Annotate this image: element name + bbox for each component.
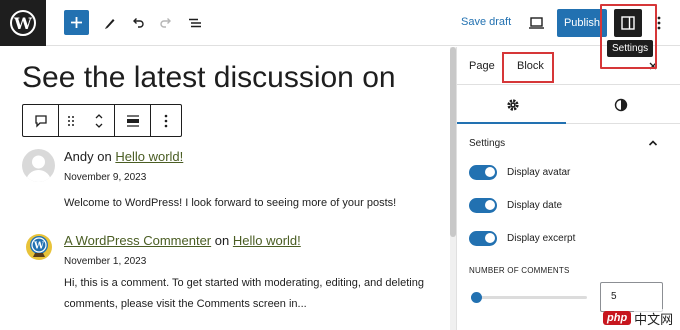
- watermark-text: 中文网: [634, 308, 674, 328]
- comment-author: Andy: [64, 149, 94, 164]
- preview-button[interactable]: [522, 9, 550, 37]
- number-of-comments-label: NUMBER OF COMMENTS: [469, 266, 570, 275]
- comment-header: A WordPress Commenter on Hello world!: [64, 233, 301, 248]
- toggle-knob: [485, 167, 495, 177]
- move-up-down-icon: [95, 113, 102, 128]
- toggle-label: Display avatar: [507, 166, 571, 178]
- comment-on-text: on: [214, 233, 230, 248]
- chevron-up-icon: [648, 140, 658, 146]
- wordpress-commenter-avatar-icon: W: [26, 234, 52, 260]
- wordpress-logo-icon: W: [10, 10, 36, 36]
- tab-settings[interactable]: [499, 91, 527, 119]
- watermark: php 中文网: [603, 308, 674, 328]
- toggle-knob: [485, 233, 495, 243]
- number-of-comments-input[interactable]: 5: [600, 282, 663, 312]
- toggle-switch[interactable]: [469, 197, 497, 213]
- redo-button[interactable]: [152, 9, 180, 37]
- comment-date: November 9, 2023: [64, 172, 147, 183]
- desktop-preview-icon: [528, 17, 544, 29]
- toggle-switch[interactable]: [469, 230, 497, 246]
- tab-styles[interactable]: [607, 91, 635, 119]
- default-avatar-icon: [22, 149, 55, 182]
- move-block-buttons[interactable]: [83, 105, 115, 136]
- toggle-label: Display date: [507, 199, 563, 211]
- block-tab-highlight: [502, 52, 554, 83]
- redo-icon: [160, 18, 171, 28]
- list-view-button[interactable]: [181, 9, 209, 37]
- tools-button[interactable]: [96, 9, 124, 37]
- comment-date: November 1, 2023: [64, 256, 147, 267]
- page-title[interactable]: See the latest discussion on: [22, 61, 396, 95]
- comment-post-link[interactable]: Hello world!: [115, 149, 183, 164]
- undo-button[interactable]: [124, 9, 152, 37]
- settings-sidebar: Page Block Settings Display avatar Displ…: [456, 47, 680, 330]
- block-options-button[interactable]: [151, 105, 181, 136]
- toggle-switch[interactable]: [469, 164, 497, 180]
- wordpress-logo[interactable]: W: [0, 0, 46, 46]
- undo-icon: [133, 18, 144, 28]
- save-draft-button[interactable]: Save draft: [461, 16, 511, 28]
- comment-on-text: on: [97, 149, 112, 164]
- more-options-icon: [657, 16, 661, 30]
- active-subtab-indicator: [457, 122, 566, 124]
- comment-icon: [34, 114, 47, 128]
- comment-body: Welcome to WordPress! I look forward to …: [64, 197, 397, 209]
- toggle-knob: [485, 200, 495, 210]
- watermark-logo: php: [603, 311, 632, 325]
- svg-text:W: W: [33, 242, 45, 252]
- collapse-section-button[interactable]: [648, 135, 658, 153]
- gear-icon: [507, 99, 519, 111]
- number-of-comments-slider[interactable]: [470, 292, 587, 303]
- settings-section-title[interactable]: Settings: [469, 138, 505, 149]
- comment-body: Hi, this is a comment. To get started wi…: [64, 277, 424, 310]
- align-button[interactable]: [115, 105, 151, 136]
- pencil-icon: [105, 19, 115, 29]
- settings-button-highlight: [600, 4, 657, 69]
- align-icon: [126, 114, 139, 127]
- drag-handle[interactable]: [59, 105, 83, 136]
- comment-post-link[interactable]: Hello world!: [233, 233, 301, 248]
- toggle-display-date[interactable]: Display date: [469, 197, 562, 213]
- avatar: W: [25, 233, 53, 261]
- settings-tooltip: Settings: [607, 40, 654, 57]
- toggle-label: Display excerpt: [507, 232, 576, 244]
- add-block-button[interactable]: [64, 10, 89, 35]
- tab-page[interactable]: Page: [469, 60, 495, 72]
- list-view-icon: [189, 18, 201, 28]
- block-type-button[interactable]: [23, 105, 59, 136]
- toggle-display-avatar[interactable]: Display avatar: [469, 164, 570, 180]
- block-toolbar: [22, 104, 182, 137]
- editor-canvas[interactable]: See the latest discussion on Andy on Hel…: [0, 47, 450, 330]
- block-inspector-tabs: [457, 86, 680, 124]
- styles-icon: [614, 98, 628, 112]
- editor-top-toolbar: W Save draft Publish: [0, 0, 680, 46]
- slider-thumb[interactable]: [470, 292, 482, 303]
- drag-handle-icon: [68, 115, 74, 126]
- more-options-icon: [164, 114, 168, 127]
- plus-icon: [71, 17, 82, 28]
- comment-author-link[interactable]: A WordPress Commenter: [64, 233, 211, 248]
- avatar: [22, 149, 55, 182]
- toggle-display-excerpt[interactable]: Display excerpt: [469, 230, 575, 246]
- comment-header: Andy on Hello world!: [64, 149, 183, 164]
